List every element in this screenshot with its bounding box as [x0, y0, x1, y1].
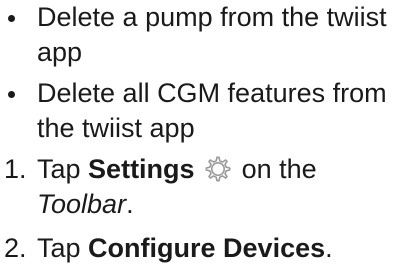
bullet-line: Delete all CGM features from: [37, 78, 387, 108]
bullet-text: Delete all CGM features from the twiist …: [37, 76, 415, 146]
bullet-line: app: [37, 37, 83, 67]
settings-gear-icon: [205, 156, 231, 182]
bullet-text: Delete a pump from the twiist app: [37, 0, 415, 70]
settings-label: Settings: [88, 154, 195, 184]
step-number: 2.: [4, 233, 27, 263]
step-line: Tap Settings on the: [37, 152, 415, 187]
step-line: Tap Configure Devices.: [37, 231, 415, 266]
step-line: Toolbar.: [37, 187, 415, 222]
bullet-dot: [8, 15, 15, 22]
step-pre: Tap: [37, 233, 89, 263]
step-number: 1.: [4, 154, 27, 184]
bullet-line: the twiist app: [37, 113, 195, 143]
bullet-line: Delete a pump from the twiist: [37, 2, 387, 32]
step-text: Tap Settings on the Toolbar.: [37, 152, 415, 222]
toolbar-label: Toolbar: [37, 189, 127, 219]
step-post: on the: [234, 154, 317, 184]
step-period: .: [126, 189, 134, 219]
configure-devices-label: Configure Devices: [88, 233, 326, 263]
step-period: .: [325, 233, 333, 263]
step-pre: Tap: [37, 154, 89, 184]
step-text: Tap Configure Devices.: [37, 231, 415, 266]
bullet-dot: [8, 91, 15, 98]
